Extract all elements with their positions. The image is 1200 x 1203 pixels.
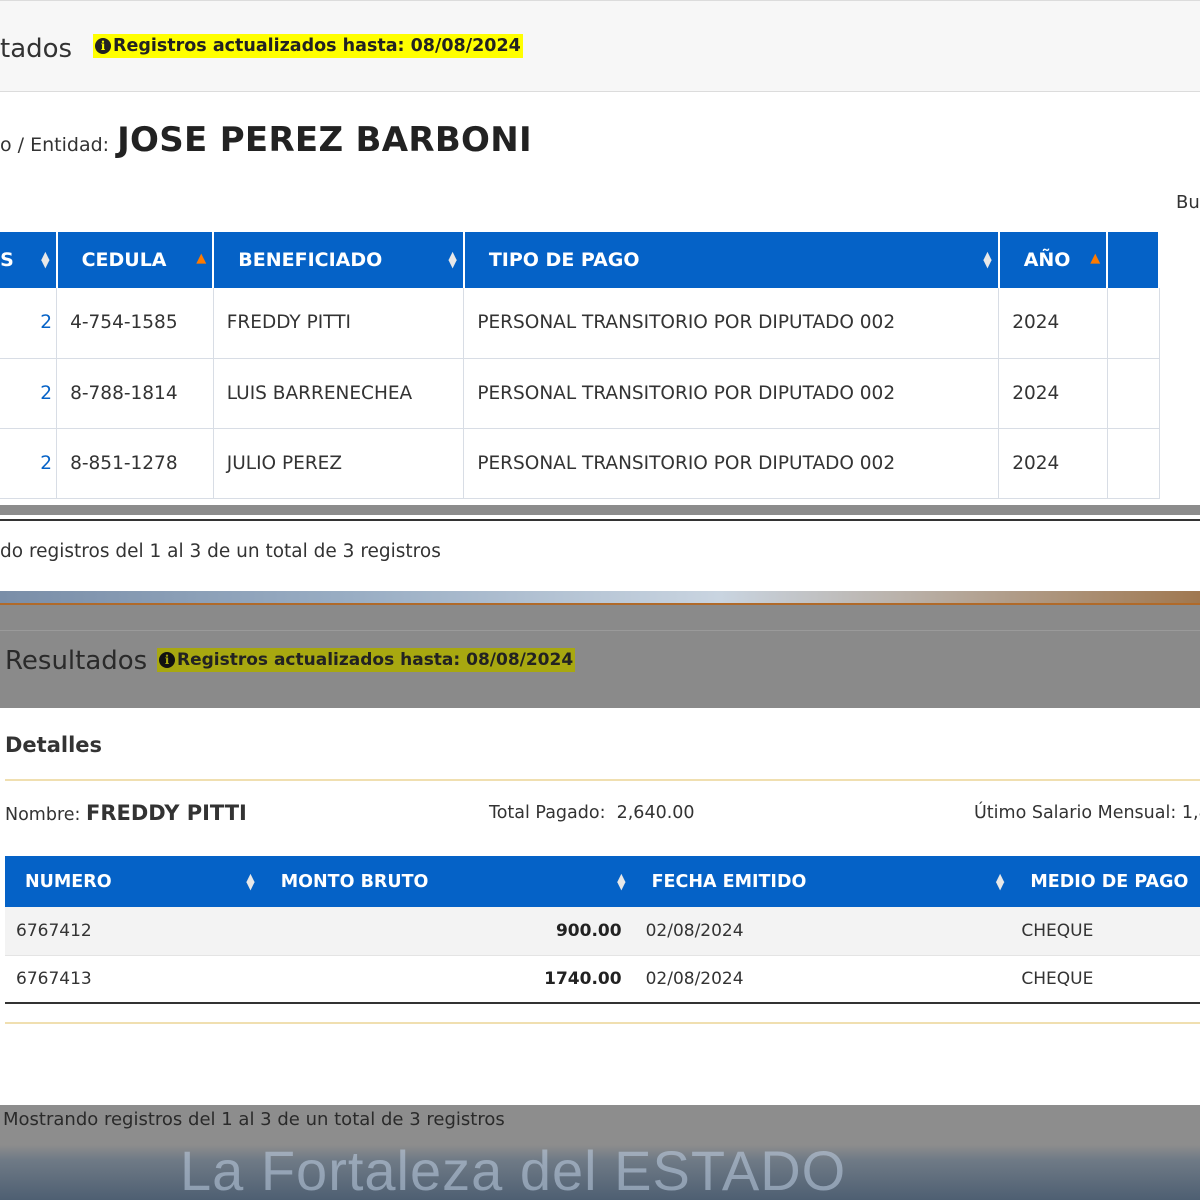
entity-name: JOSE PEREZ BARBONI [117, 120, 532, 160]
modal-divider [5, 1022, 1200, 1024]
cell-os: 2 [0, 358, 58, 429]
horizontal-scrollbar[interactable] [0, 505, 1200, 515]
column-header-label: MONTO BRUTO [280, 871, 429, 892]
sort-icon: ▲ ▼ [448, 249, 457, 270]
update-notice: i Registros actualizados hasta: 08/08/202… [157, 648, 576, 672]
cell-fecha-emitido: 02/08/2024 [631, 907, 1011, 956]
info-icon: i [159, 652, 175, 668]
page-title: tados [0, 34, 73, 64]
cell-monto-bruto: 900.00 [260, 907, 632, 956]
column-header-next[interactable] [1107, 232, 1160, 288]
page-title: Resultados [5, 646, 148, 676]
column-header-os[interactable]: OS ▲▼ [0, 232, 58, 288]
cell-next [1107, 358, 1160, 429]
entity-label: o / Entidad: [0, 134, 116, 156]
column-header-beneficiado[interactable]: BENEFICIADO ▲ ▼ [213, 232, 465, 288]
column-header-label: FECHA EMITIDO [651, 871, 807, 892]
cell-medio-de-pago: CHEQUE [1010, 907, 1200, 956]
sort-ascending-icon: ▲ [196, 251, 207, 266]
sort-ascending-icon: ▲ [1090, 251, 1101, 266]
table-header-row: NUMERO ▲ ▼ MONTO BRUTO ▲ ▼ FECHA EMITIDO ▲ ▼ M… [5, 856, 1200, 907]
name-label: Nombre: [5, 805, 86, 825]
column-header-label: OS [0, 249, 14, 271]
cell-tipo-de-pago: PERSONAL TRANSITORIO POR DIPUTADO 002 [463, 428, 1000, 499]
table-info: do registros del 1 al 3 de un total de 3… [0, 541, 441, 562]
background-banner-text: La Fortaleza del ESTADO [180, 1139, 847, 1202]
column-header-label: CEDULA [81, 249, 167, 271]
cell-anio: 2024 [998, 428, 1108, 499]
total-paid: Total Pagado: 2,640.00 [489, 803, 695, 823]
divider [0, 630, 1200, 631]
column-header-label: NUMERO [25, 871, 112, 892]
table-row[interactable]: 6767412 900.00 02/08/2024 CHEQUE [5, 907, 1200, 956]
banner-strip [0, 591, 1200, 605]
table-info: Mostrando registros del 1 al 3 de un tot… [3, 1109, 505, 1130]
cell-numero: 6767413 [5, 955, 261, 1004]
cell-os: 2 [0, 288, 58, 359]
column-header-label: AÑO [1023, 249, 1071, 271]
beneficiary-name: Nombre: FREDDY PITTI [5, 801, 247, 825]
cell-beneficiado: FREDDY PITTI [213, 288, 465, 359]
total-value: 2,640.00 [616, 803, 695, 823]
salary-label: Útimo Salario Mensual: [974, 803, 1177, 823]
payments-table: NUMERO ▲ ▼ MONTO BRUTO ▲ ▼ FECHA EMITIDO ▲ ▼ M… [5, 856, 1200, 1004]
cell-beneficiado: JULIO PEREZ [213, 428, 465, 499]
cell-tipo-de-pago: PERSONAL TRANSITORIO POR DIPUTADO 002 [463, 288, 1000, 359]
update-notice: i Registros actualizados hasta: 08/08/202… [93, 34, 523, 58]
update-notice-text: Registros actualizados hasta: 08/08/2024 [177, 650, 574, 670]
search-label: Bu [1176, 192, 1200, 213]
cell-cedula: 8-788-1814 [56, 358, 214, 429]
cell-tipo-de-pago: PERSONAL TRANSITORIO POR DIPUTADO 002 [463, 358, 1000, 429]
table-row[interactable]: 2 8-851-1278 JULIO PEREZ PERSONAL TRANSI… [0, 428, 1160, 499]
beneficiaries-table: OS ▲▼ CEDULA ▲ BENEFICIADO ▲▼ TIPO DE PAGO ▲… [0, 232, 1160, 499]
info-icon: i [95, 38, 111, 54]
table-bottom-border [0, 519, 1200, 521]
cell-numero: 6767412 [5, 907, 261, 956]
cell-cedula: 8-851-1278 [56, 428, 214, 499]
column-header-label: BENEFICIADO [238, 249, 383, 271]
cell-fecha-emitido: 02/08/2024 [631, 955, 1011, 1004]
sort-icon: ▲ ▼ [246, 870, 255, 892]
column-header-cedula[interactable]: CEDULA ▲ [56, 232, 215, 288]
entity-line: o / Entidad: JOSE PEREZ BARBONI [0, 120, 532, 160]
table-row[interactable]: 2 8-788-1814 LUIS BARRENECHEA PERSONAL T… [0, 358, 1160, 429]
modal-divider [5, 779, 1200, 781]
sort-icon: ▲ ▼ [983, 249, 992, 270]
column-header-anio[interactable]: AÑO ▲ [998, 232, 1109, 288]
cell-next [1107, 428, 1160, 499]
total-label: Total Pagado: [489, 803, 606, 823]
cell-cedula: 4-754-1585 [56, 288, 214, 359]
cell-medio-de-pago: CHEQUE [1010, 955, 1200, 1004]
table-row[interactable]: 2 4-754-1585 FREDDY PITTI PERSONAL TRANS… [0, 288, 1160, 359]
cell-monto-bruto: 1740.00 [260, 955, 632, 1004]
column-header-label: MEDIO DE PAGO [1030, 871, 1189, 892]
last-monthly-salary: Útimo Salario Mensual: 1,80 [974, 803, 1200, 823]
cell-os: 2 [0, 428, 58, 499]
update-notice-text: Registros actualizados hasta: 08/08/2024 [113, 36, 521, 56]
table-header-row: OS ▲▼ CEDULA ▲ BENEFICIADO ▲▼ TIPO DE PAGO ▲… [0, 232, 1160, 288]
modal-title: Detalles [5, 733, 103, 757]
cell-beneficiado: LUIS BARRENECHEA [213, 358, 465, 429]
column-header-label: TIPO DE PAGO [488, 249, 640, 271]
results-header: tados i Registros actualizados hasta: 08/… [0, 0, 1200, 92]
column-header-medio-de-pago[interactable]: MEDIO DE PAGO [1010, 856, 1200, 907]
column-header-numero[interactable]: NUMERO ▲ ▼ [5, 856, 261, 907]
cell-anio: 2024 [998, 358, 1108, 429]
salary-value: 1,80 [1181, 803, 1200, 823]
sort-icon: ▲ ▼ [995, 870, 1005, 892]
sort-icon: ▲ ▼ [617, 870, 626, 892]
sort-icon: ▲ ▼ [41, 249, 50, 270]
column-header-monto-bruto[interactable]: MONTO BRUTO ▲ ▼ [260, 856, 632, 907]
column-header-tipo-de-pago[interactable]: TIPO DE PAGO ▲ ▼ [463, 232, 1000, 288]
cell-next [1107, 288, 1160, 359]
cell-anio: 2024 [998, 288, 1108, 359]
table-row[interactable]: 6767413 1740.00 02/08/2024 CHEQUE [5, 955, 1200, 1004]
name-value: FREDDY PITTI [86, 801, 247, 825]
column-header-fecha-emitido[interactable]: FECHA EMITIDO ▲ ▼ [631, 856, 1011, 907]
